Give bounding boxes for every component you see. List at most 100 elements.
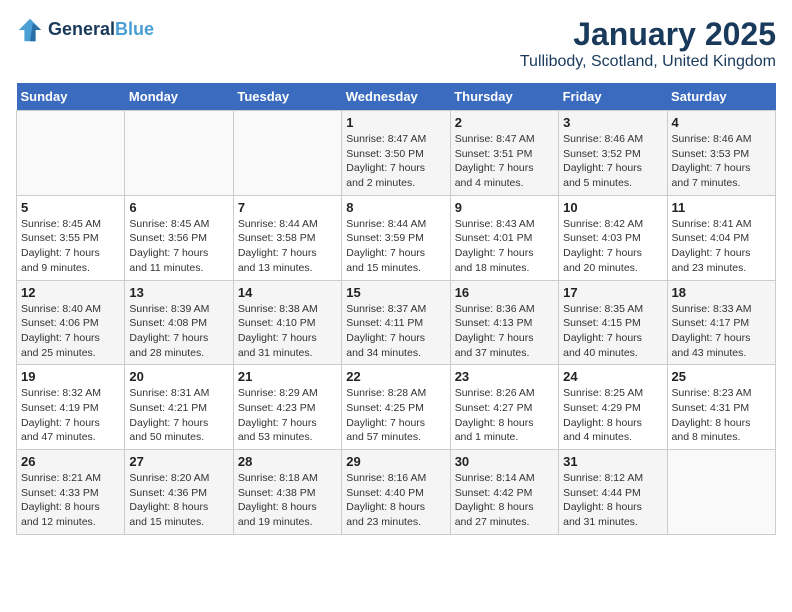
day-info: Sunrise: 8:41 AMSunset: 4:04 PMDaylight:… [672, 217, 771, 276]
calendar-table: SundayMondayTuesdayWednesdayThursdayFrid… [16, 83, 776, 535]
calendar-week-4: 19 Sunrise: 8:32 AMSunset: 4:19 PMDayligh… [17, 365, 776, 450]
day-number: 3 [563, 115, 662, 130]
day-number: 31 [563, 454, 662, 469]
day-number: 2 [455, 115, 554, 130]
day-info: Sunrise: 8:45 AMSunset: 3:55 PMDaylight:… [21, 217, 120, 276]
day-number: 17 [563, 285, 662, 300]
day-info: Sunrise: 8:38 AMSunset: 4:10 PMDaylight:… [238, 302, 337, 361]
calendar-cell: 22 Sunrise: 8:28 AMSunset: 4:25 PMDayligh… [342, 365, 450, 450]
calendar-cell: 29 Sunrise: 8:16 AMSunset: 4:40 PMDayligh… [342, 450, 450, 535]
day-number: 9 [455, 200, 554, 215]
calendar-cell: 20Sunrise: 8:31 AMSunset: 4:21 PMDayligh… [125, 365, 233, 450]
day-info: Sunrise: 8:12 AMSunset: 4:44 PMDaylight:… [563, 471, 662, 530]
day-number: 7 [238, 200, 337, 215]
day-number: 27 [129, 454, 228, 469]
logo-text: GeneralBlue [48, 20, 154, 40]
day-info: Sunrise: 8:47 AMSunset: 3:50 PMDaylight:… [346, 132, 445, 191]
day-number: 10 [563, 200, 662, 215]
day-info: Sunrise: 8:21 AMSunset: 4:33 PMDaylight:… [21, 471, 120, 530]
day-info: Sunrise: 8:35 AMSunset: 4:15 PMDaylight:… [563, 302, 662, 361]
day-info: Sunrise: 8:14 AMSunset: 4:42 PMDaylight:… [455, 471, 554, 530]
day-number: 24 [563, 369, 662, 384]
calendar-cell: 25 Sunrise: 8:23 AMSunset: 4:31 PMDayligh… [667, 365, 775, 450]
calendar-title: January 2025 [520, 16, 776, 53]
calendar-cell: 13 Sunrise: 8:39 AMSunset: 4:08 PMDayligh… [125, 280, 233, 365]
day-info: Sunrise: 8:39 AMSunset: 4:08 PMDaylight:… [129, 302, 228, 361]
day-number: 14 [238, 285, 337, 300]
day-info: Sunrise: 8:36 AMSunset: 4:13 PMDaylight:… [455, 302, 554, 361]
header-day-friday: Friday [559, 83, 667, 111]
day-info: Sunrise: 8:42 AMSunset: 4:03 PMDaylight:… [563, 217, 662, 276]
calendar-cell: 4 Sunrise: 8:46 AMSunset: 3:53 PMDaylight… [667, 111, 775, 196]
day-number: 11 [672, 200, 771, 215]
page-header: GeneralBlue January 2025 Tullibody, Scot… [16, 16, 776, 71]
day-number: 26 [21, 454, 120, 469]
calendar-cell: 10 Sunrise: 8:42 AMSunset: 4:03 PMDayligh… [559, 195, 667, 280]
calendar-subtitle: Tullibody, Scotland, United Kingdom [520, 53, 776, 71]
calendar-cell: 7 Sunrise: 8:44 AMSunset: 3:58 PMDaylight… [233, 195, 341, 280]
day-number: 18 [672, 285, 771, 300]
day-info: Sunrise: 8:16 AMSunset: 4:40 PMDaylight:… [346, 471, 445, 530]
calendar-cell: 16 Sunrise: 8:36 AMSunset: 4:13 PMDayligh… [450, 280, 558, 365]
calendar-cell: 30 Sunrise: 8:14 AMSunset: 4:42 PMDayligh… [450, 450, 558, 535]
calendar-cell: 21Sunrise: 8:29 AMSunset: 4:23 PMDayligh… [233, 365, 341, 450]
calendar-cell: 1 Sunrise: 8:47 AMSunset: 3:50 PMDaylight… [342, 111, 450, 196]
day-info: Sunrise: 8:25 AMSunset: 4:29 PMDaylight:… [563, 386, 662, 445]
day-info: Sunrise: 8:23 AMSunset: 4:31 PMDaylight:… [672, 386, 771, 445]
day-number: 30 [455, 454, 554, 469]
calendar-cell: 18 Sunrise: 8:33 AMSunset: 4:17 PMDayligh… [667, 280, 775, 365]
calendar-cell: 28 Sunrise: 8:18 AMSunset: 4:38 PMDayligh… [233, 450, 341, 535]
calendar-cell: 24 Sunrise: 8:25 AMSunset: 4:29 PMDayligh… [559, 365, 667, 450]
day-info: Sunrise: 8:46 AMSunset: 3:53 PMDaylight:… [672, 132, 771, 191]
calendar-cell: 12Sunrise: 8:40 AMSunset: 4:06 PMDayligh… [17, 280, 125, 365]
header-day-monday: Monday [125, 83, 233, 111]
day-number: 15 [346, 285, 445, 300]
day-info: Sunrise: 8:28 AMSunset: 4:25 PMDaylight:… [346, 386, 445, 445]
day-number: 16 [455, 285, 554, 300]
logo: GeneralBlue [16, 16, 154, 44]
day-info: Sunrise: 8:32 AMSunset: 4:19 PMDaylight:… [21, 386, 120, 445]
day-number: 4 [672, 115, 771, 130]
calendar-cell: 15Sunrise: 8:37 AMSunset: 4:11 PMDayligh… [342, 280, 450, 365]
calendar-cell: 14 Sunrise: 8:38 AMSunset: 4:10 PMDayligh… [233, 280, 341, 365]
day-number: 20 [129, 369, 228, 384]
day-info: Sunrise: 8:20 AMSunset: 4:36 PMDaylight:… [129, 471, 228, 530]
calendar-cell [125, 111, 233, 196]
calendar-week-1: 1 Sunrise: 8:47 AMSunset: 3:50 PMDaylight… [17, 111, 776, 196]
calendar-cell: 3 Sunrise: 8:46 AMSunset: 3:52 PMDaylight… [559, 111, 667, 196]
day-number: 21 [238, 369, 337, 384]
calendar-cell: 9 Sunrise: 8:43 AMSunset: 4:01 PMDaylight… [450, 195, 558, 280]
header-day-thursday: Thursday [450, 83, 558, 111]
calendar-header-row: SundayMondayTuesdayWednesdayThursdayFrid… [17, 83, 776, 111]
calendar-cell [17, 111, 125, 196]
header-day-saturday: Saturday [667, 83, 775, 111]
day-info: Sunrise: 8:18 AMSunset: 4:38 PMDaylight:… [238, 471, 337, 530]
day-number: 28 [238, 454, 337, 469]
day-info: Sunrise: 8:44 AMSunset: 3:59 PMDaylight:… [346, 217, 445, 276]
day-info: Sunrise: 8:45 AMSunset: 3:56 PMDaylight:… [129, 217, 228, 276]
day-info: Sunrise: 8:46 AMSunset: 3:52 PMDaylight:… [563, 132, 662, 191]
calendar-cell: 23Sunrise: 8:26 AMSunset: 4:27 PMDayligh… [450, 365, 558, 450]
calendar-cell [667, 450, 775, 535]
logo-icon [16, 16, 44, 44]
day-info: Sunrise: 8:33 AMSunset: 4:17 PMDaylight:… [672, 302, 771, 361]
day-number: 29 [346, 454, 445, 469]
day-number: 22 [346, 369, 445, 384]
calendar-cell: 17 Sunrise: 8:35 AMSunset: 4:15 PMDayligh… [559, 280, 667, 365]
day-number: 1 [346, 115, 445, 130]
day-number: 13 [129, 285, 228, 300]
calendar-cell: 11 Sunrise: 8:41 AMSunset: 4:04 PMDayligh… [667, 195, 775, 280]
day-info: Sunrise: 8:43 AMSunset: 4:01 PMDaylight:… [455, 217, 554, 276]
header-day-sunday: Sunday [17, 83, 125, 111]
day-number: 25 [672, 369, 771, 384]
calendar-cell [233, 111, 341, 196]
calendar-cell: 19 Sunrise: 8:32 AMSunset: 4:19 PMDayligh… [17, 365, 125, 450]
day-number: 23 [455, 369, 554, 384]
day-info: Sunrise: 8:44 AMSunset: 3:58 PMDaylight:… [238, 217, 337, 276]
calendar-cell: 5Sunrise: 8:45 AMSunset: 3:55 PMDaylight… [17, 195, 125, 280]
day-number: 19 [21, 369, 120, 384]
day-number: 6 [129, 200, 228, 215]
day-info: Sunrise: 8:47 AMSunset: 3:51 PMDaylight:… [455, 132, 554, 191]
calendar-cell: 27 Sunrise: 8:20 AMSunset: 4:36 PMDayligh… [125, 450, 233, 535]
header-day-tuesday: Tuesday [233, 83, 341, 111]
